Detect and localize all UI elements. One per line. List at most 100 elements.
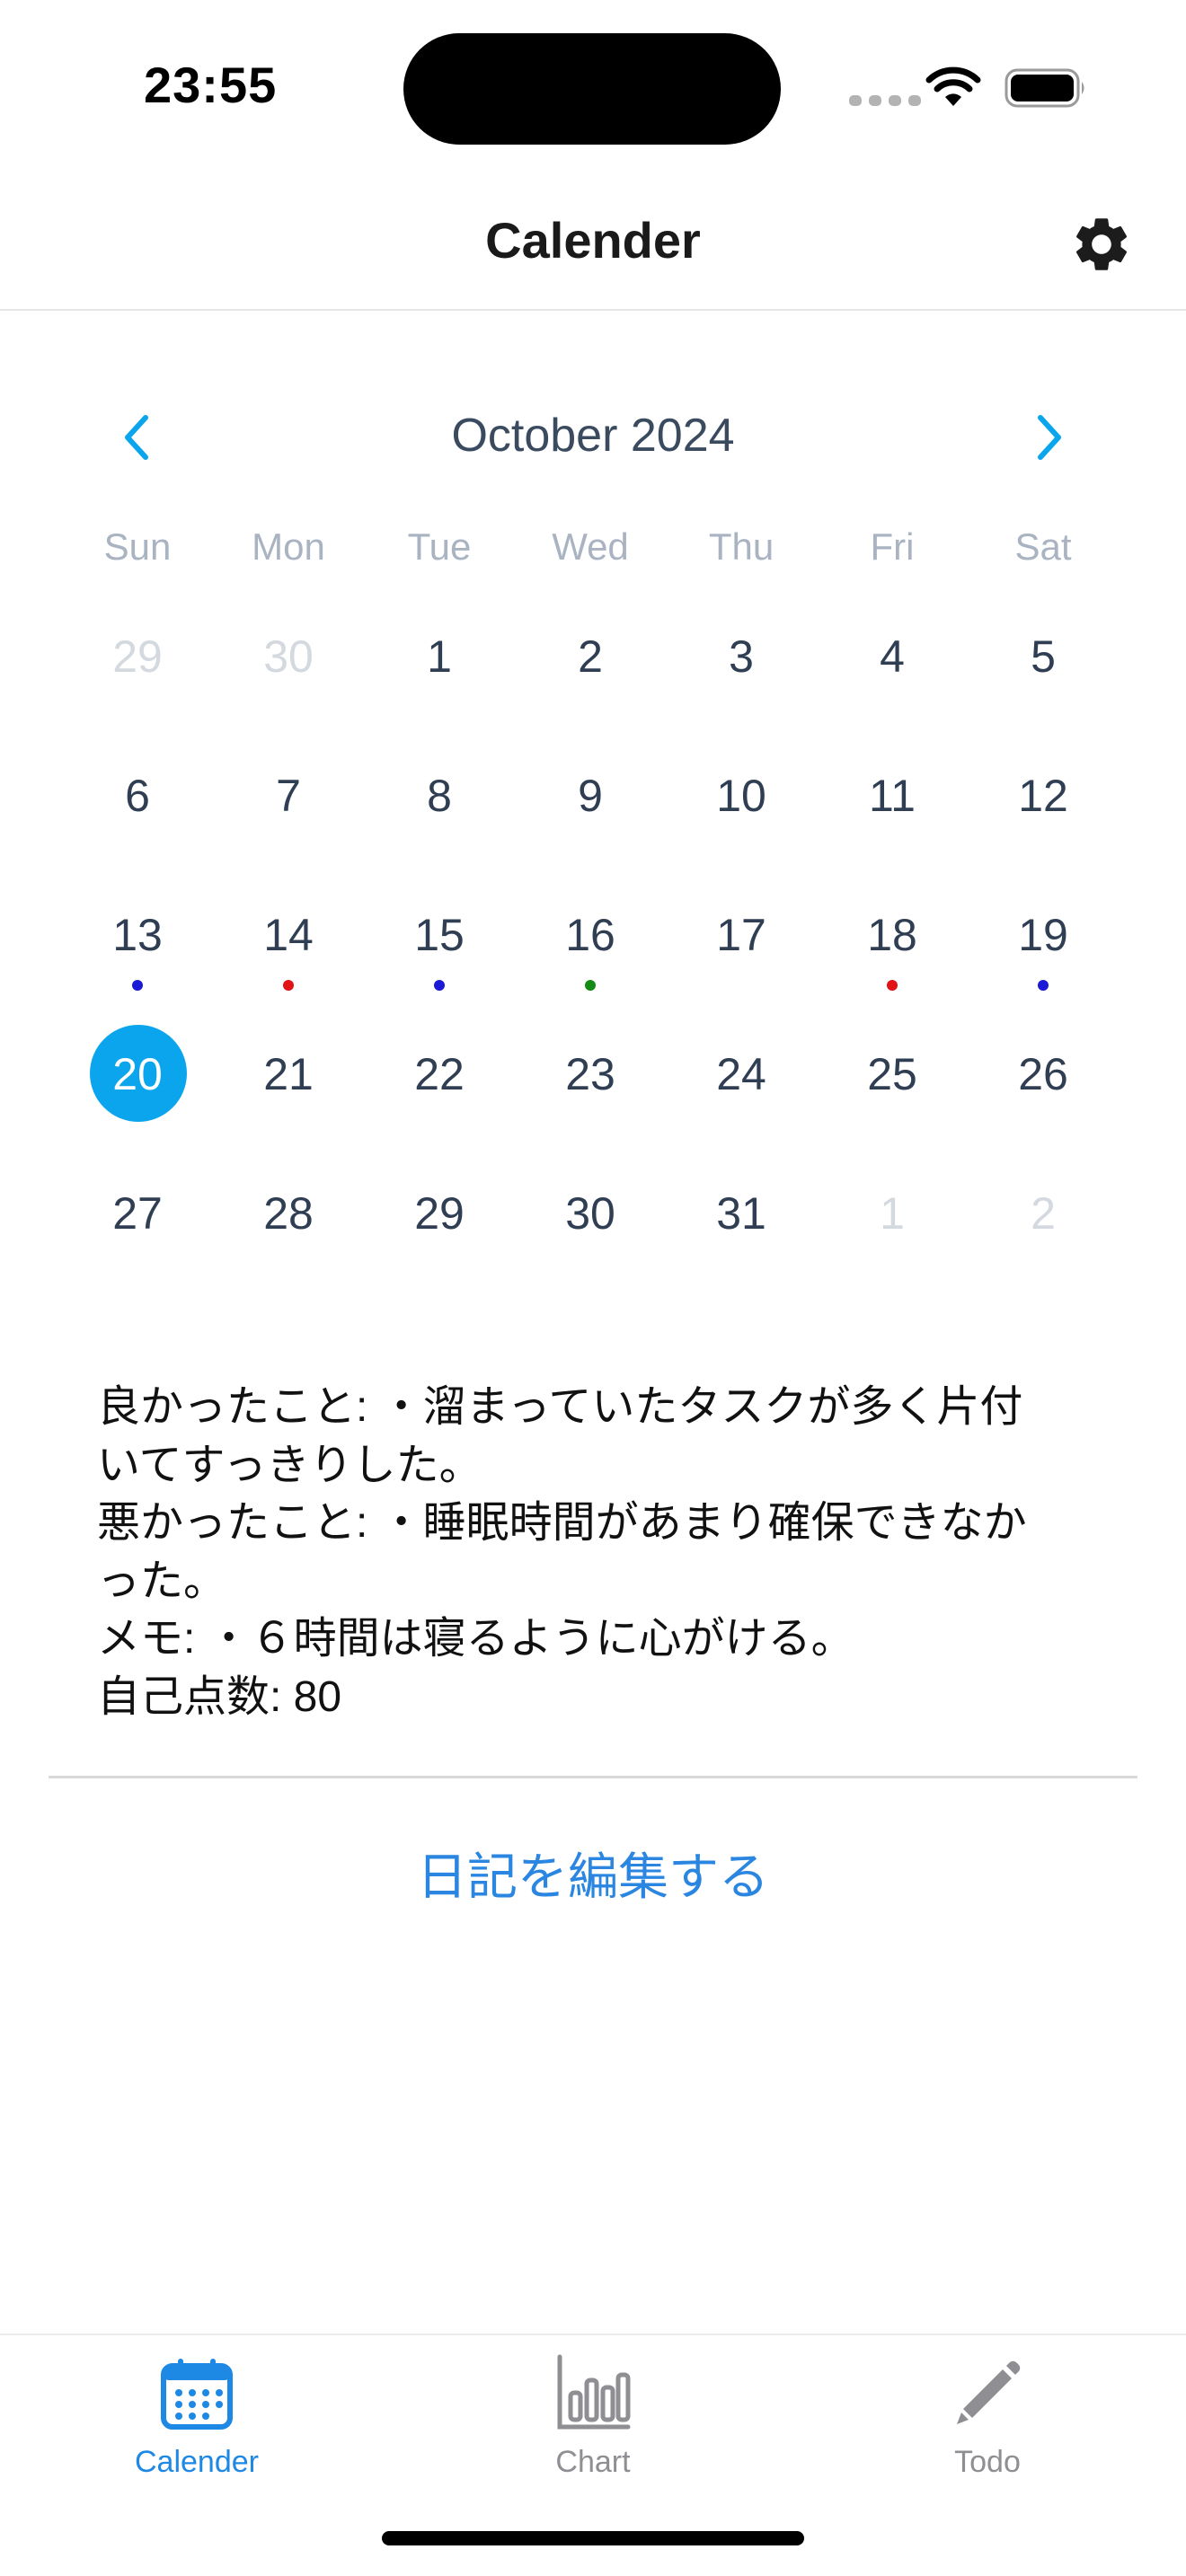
diary-entry: 良かったこと: ・溜まっていたタスクが多く片付 いてすっきりした。 悪かったこと… [97,1379,1103,1727]
calendar-day[interactable]: 22 [364,1008,515,1147]
weekday-label: Sat [1014,525,1072,568]
calendar-day[interactable]: 10 [666,729,817,869]
chevron-right-icon[interactable] [1030,410,1069,464]
content-divider [49,1776,1137,1778]
calendar-day[interactable]: 29 [62,590,213,729]
day-number: 23 [565,1049,615,1099]
calendar-day[interactable]: 21 [213,1008,364,1147]
day-number: 2 [578,631,603,682]
calendar-day[interactable]: 27 [62,1147,213,1286]
weekday-header: Sun Mon Tue Wed Thu Fri Sat [62,525,1119,569]
calendar-day[interactable]: 1 [364,590,515,729]
month-title: October 2024 [451,410,735,462]
calendar-day[interactable]: 28 [213,1147,364,1286]
calendar-day[interactable]: 13 [62,869,213,1008]
calendar-grid: 29 30 1 2 3 4 5 6 7 8 9 10 11 12 13 14 15 16 17 18 19 20 21 22 2… [62,590,1119,1286]
tab-calender[interactable]: Calender [62,2353,332,2480]
day-number: 2 [1031,1188,1056,1239]
day-number: 26 [1018,1049,1068,1099]
day-number: 30 [565,1188,615,1239]
entry-marker-dot [283,980,294,991]
calendar-day[interactable]: 4 [817,590,968,729]
day-number: 28 [263,1188,314,1239]
weekday-label: Sun [103,525,172,568]
calendar-day[interactable]: 5 [968,590,1119,729]
day-number: 31 [716,1188,766,1239]
edit-diary-button[interactable]: 日記を編集する [0,1837,1186,1910]
battery-icon [1005,68,1084,108]
diary-text-line: 自己点数: 80 [97,1672,342,1721]
diary-text-line: メモ: ・６時間は寝るように心がける。 [97,1615,854,1663]
calendar-day[interactable]: 30 [515,1147,666,1286]
diary-text-line: った。 [97,1557,227,1605]
day-number: 22 [414,1049,465,1099]
day-number: 20 [112,1049,163,1099]
calendar-day[interactable]: 11 [817,729,968,869]
calendar-day[interactable]: 30 [213,590,364,729]
weekday-label: Fri [870,525,915,568]
day-number: 15 [414,910,465,960]
calendar-icon [161,2359,233,2430]
dynamic-island [403,33,781,145]
day-number: 6 [125,771,150,821]
calendar-day[interactable]: 16 [515,869,666,1008]
weekday-label: Thu [708,525,774,568]
tab-todo[interactable]: Todo [853,2353,1122,2480]
day-number: 11 [869,771,916,821]
day-number: 16 [565,910,615,960]
calendar-day[interactable]: 2 [968,1147,1119,1286]
calendar-day[interactable]: 1 [817,1147,968,1286]
status-time: 23:55 [144,57,278,113]
entry-marker-dot [434,980,445,991]
screen: 23:55 Calender October 2024 Sun Mon Tue … [0,0,1186,2576]
day-number: 17 [716,910,766,960]
entry-marker-dot [1038,980,1049,991]
calendar-day[interactable]: 2 [515,590,666,729]
weekday-label: Tue [407,525,472,568]
calendar-day[interactable]: 14 [213,869,364,1008]
calendar-day[interactable]: 9 [515,729,666,869]
calendar-day[interactable]: 8 [364,729,515,869]
calendar-day[interactable]: 18 [817,869,968,1008]
calendar-day[interactable]: 12 [968,729,1119,869]
calendar-day[interactable]: 15 [364,869,515,1008]
entry-marker-dot [887,980,898,991]
day-number: 21 [263,1049,314,1099]
calendar-day[interactable]: 29 [364,1147,515,1286]
calendar-day[interactable]: 31 [666,1147,817,1286]
calendar-day-selected[interactable]: 20 [62,1008,213,1147]
day-number: 29 [414,1188,465,1239]
calendar-day[interactable]: 26 [968,1008,1119,1147]
gear-icon[interactable] [1069,212,1134,277]
diary-text-line: いてすっきりした。 [97,1441,482,1489]
tab-label: Chart [555,2445,631,2479]
day-number: 14 [263,910,314,960]
day-number: 29 [112,631,163,682]
calendar-day[interactable]: 24 [666,1008,817,1147]
tab-chart[interactable]: Chart [458,2353,728,2480]
calendar-day[interactable]: 23 [515,1008,666,1147]
day-number: 27 [112,1188,163,1239]
day-number: 10 [716,771,766,821]
day-number: 25 [867,1049,917,1099]
home-indicator[interactable] [382,2531,804,2545]
tab-bar-divider [0,2333,1186,2335]
calendar-day[interactable]: 25 [817,1008,968,1147]
calendar-day[interactable]: 6 [62,729,213,869]
diary-text-line: 悪かったこと: ・睡眠時間があまり確保できなか [97,1499,1027,1548]
calendar-day[interactable]: 7 [213,729,364,869]
nav-divider [0,309,1186,311]
page-title: Calender [485,212,701,269]
calendar-day[interactable]: 19 [968,869,1119,1008]
calendar-day[interactable]: 3 [666,590,817,729]
weekday-label: Wed [552,525,629,568]
day-number: 1 [427,631,452,682]
calendar-day[interactable]: 17 [666,869,817,1008]
day-number: 4 [880,631,905,682]
diary-text-line: 良かったこと: ・溜まっていたタスクが多く片付 [97,1383,1023,1431]
day-number: 13 [112,910,163,960]
day-number: 5 [1031,631,1056,682]
day-number: 3 [729,631,754,682]
entry-marker-dot [585,980,596,991]
day-number: 18 [867,910,917,960]
